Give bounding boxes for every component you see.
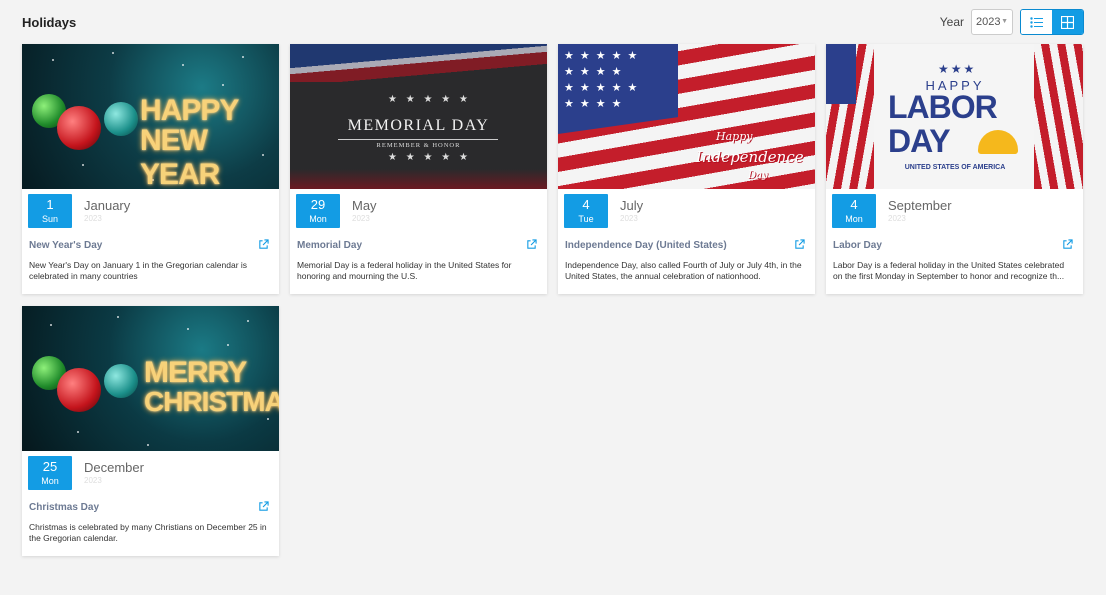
month-year: 2023 bbox=[620, 214, 638, 223]
list-view-button[interactable] bbox=[1021, 10, 1052, 34]
date-day: 4 bbox=[850, 197, 858, 212]
holiday-description: Memorial Day is a federal holiday in the… bbox=[297, 260, 512, 281]
date-row: 4 Mon September 2023 bbox=[832, 194, 952, 228]
external-link-icon[interactable] bbox=[258, 239, 269, 250]
date-weekday: Mon bbox=[41, 476, 59, 486]
holiday-name: Independence Day (United States) bbox=[565, 240, 727, 251]
month-year: 2023 bbox=[84, 214, 102, 223]
banner-text: UNITED STATES OF AMERICA bbox=[904, 164, 1006, 171]
month-block: December 2023 bbox=[84, 456, 144, 490]
banner-text: NEW YEAR bbox=[140, 124, 220, 189]
date-day: 1 bbox=[46, 197, 54, 212]
date-weekday: Sun bbox=[41, 214, 58, 224]
holiday-grid: HAPPY NEW YEAR 1 Sun January 2023 New Ye… bbox=[22, 44, 1083, 556]
month-year: 2023 bbox=[84, 476, 102, 485]
holiday-description: Labor Day is a federal holiday in the Un… bbox=[833, 260, 1065, 281]
banner-text: HAPPY bbox=[140, 94, 239, 127]
month-block: September 2023 bbox=[888, 194, 952, 228]
month-name: July bbox=[620, 198, 644, 213]
page-header: Holidays Year 2023 ▼ bbox=[22, 8, 1084, 36]
date-row: 4 Tue July 2023 bbox=[564, 194, 643, 228]
month-name: May bbox=[352, 198, 377, 213]
month-year: 2023 bbox=[888, 214, 906, 223]
banner-text: MEMORIAL DAY bbox=[347, 117, 490, 134]
banner-text: CHRISTMAS bbox=[144, 386, 279, 417]
banner-text: MERRY bbox=[144, 356, 247, 389]
chevron-down-icon: ▼ bbox=[1001, 18, 1008, 25]
date-weekday: Mon bbox=[845, 214, 863, 224]
month-block: January 2023 bbox=[84, 194, 130, 228]
date-weekday: Mon bbox=[309, 214, 327, 224]
date-badge: 25 Mon bbox=[28, 456, 72, 490]
month-name: December bbox=[84, 460, 144, 475]
month-block: May 2023 bbox=[352, 194, 377, 228]
date-day: 29 bbox=[310, 197, 326, 212]
list-icon bbox=[1030, 16, 1043, 28]
external-link-icon[interactable] bbox=[1062, 239, 1073, 250]
banner-text: LABOR bbox=[888, 89, 998, 125]
page-title: Holidays bbox=[22, 14, 77, 30]
holiday-card[interactable]: ★★★★★ ★★★★ ★★★★★ ★★★★ Happy Independence… bbox=[558, 44, 815, 294]
external-link-icon[interactable] bbox=[794, 239, 805, 250]
date-day: 25 bbox=[42, 459, 58, 474]
holiday-card[interactable]: MERRY CHRISTMAS 25 Mon December 2023 Chr… bbox=[22, 306, 279, 556]
banner-text: Happy bbox=[716, 130, 753, 143]
month-year: 2023 bbox=[352, 214, 370, 223]
holiday-card[interactable]: ★ ★ ★ ★ ★ MEMORIAL DAY REMEMBER & HONOR … bbox=[290, 44, 547, 294]
year-select-value: 2023 bbox=[976, 16, 1001, 28]
holiday-name: Labor Day bbox=[833, 240, 882, 251]
year-select[interactable]: 2023 ▼ bbox=[971, 9, 1013, 35]
holiday-card[interactable]: ★★★ HAPPY LABOR DAY UNITED STATES OF AME… bbox=[826, 44, 1083, 294]
holiday-banner-image: ★ ★ ★ ★ ★ MEMORIAL DAY REMEMBER & HONOR … bbox=[290, 44, 547, 189]
date-row: 29 Mon May 2023 bbox=[296, 194, 377, 228]
year-label: Year bbox=[939, 15, 964, 29]
holiday-name: New Year's Day bbox=[29, 240, 103, 251]
date-day: 4 bbox=[582, 197, 590, 212]
date-row: 25 Mon December 2023 bbox=[28, 456, 144, 490]
banner-text: Day bbox=[748, 170, 768, 181]
holiday-name: Christmas Day bbox=[29, 502, 100, 513]
holiday-banner-image: ★★★★★ ★★★★ ★★★★★ ★★★★ Happy Independence… bbox=[558, 44, 815, 189]
banner-text: REMEMBER & HONOR bbox=[376, 142, 461, 149]
holiday-banner-image: MERRY CHRISTMAS bbox=[22, 306, 279, 451]
holiday-description: Christmas is celebrated by many Christia… bbox=[29, 522, 267, 543]
grid-icon bbox=[1061, 15, 1074, 29]
date-weekday: Tue bbox=[578, 214, 594, 224]
header-controls: Year 2023 ▼ bbox=[940, 9, 1084, 35]
date-row: 1 Sun January 2023 bbox=[28, 194, 130, 228]
date-badge: 4 Tue bbox=[564, 194, 608, 228]
external-link-icon[interactable] bbox=[526, 239, 537, 250]
banner-text: DAY bbox=[888, 123, 951, 159]
date-badge: 4 Mon bbox=[832, 194, 876, 228]
holiday-banner-image: ★★★ HAPPY LABOR DAY UNITED STATES OF AME… bbox=[826, 44, 1083, 189]
date-badge: 29 Mon bbox=[296, 194, 340, 228]
holiday-banner-image: HAPPY NEW YEAR bbox=[22, 44, 279, 189]
holiday-description: New Year's Day on January 1 in the Grego… bbox=[29, 260, 248, 281]
month-name: January bbox=[84, 198, 131, 213]
holiday-name: Memorial Day bbox=[297, 240, 363, 251]
banner-text: Independence bbox=[696, 148, 804, 166]
holiday-description: Independence Day, also called Fourth of … bbox=[565, 260, 802, 281]
view-toggle bbox=[1020, 9, 1084, 35]
month-block: July 2023 bbox=[620, 194, 643, 228]
month-name: September bbox=[888, 198, 952, 213]
external-link-icon[interactable] bbox=[258, 501, 269, 512]
holiday-card[interactable]: HAPPY NEW YEAR 1 Sun January 2023 New Ye… bbox=[22, 44, 279, 294]
grid-view-button[interactable] bbox=[1052, 10, 1083, 34]
date-badge: 1 Sun bbox=[28, 194, 72, 228]
